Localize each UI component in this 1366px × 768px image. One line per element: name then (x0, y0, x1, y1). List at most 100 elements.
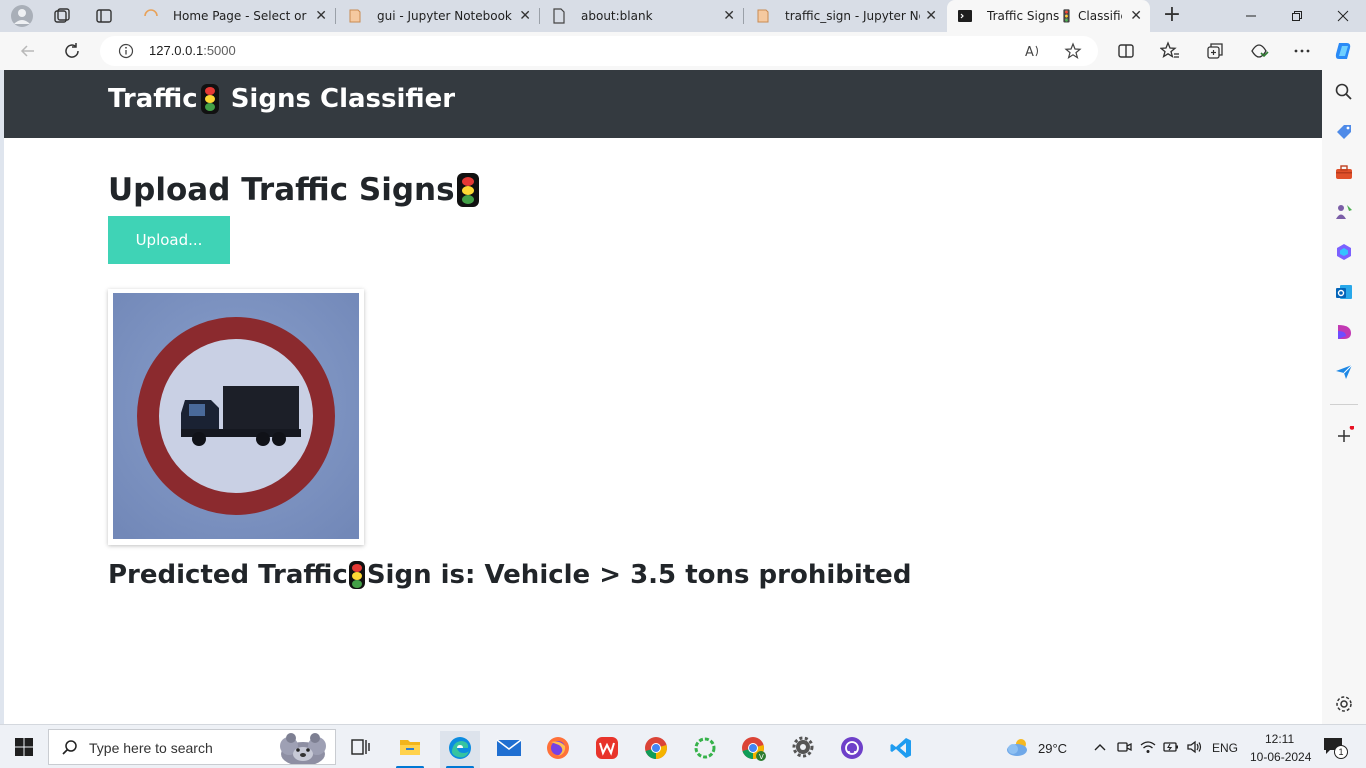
prediction-text: Sign is: Vehicle > 3.5 tons prohibited (366, 560, 912, 590)
close-icon (1337, 10, 1349, 22)
mail-button[interactable] (489, 731, 529, 768)
workspaces-icon[interactable] (52, 6, 72, 26)
windows-start-icon[interactable] (14, 737, 34, 757)
firefox-button[interactable] (538, 731, 578, 768)
url-host: 127.0.0.1 (149, 43, 204, 58)
brand-text-suffix: Signs Classifier (221, 84, 456, 114)
wifi-icon[interactable] (1140, 739, 1156, 755)
chrome-profile-icon: V (742, 737, 766, 761)
copilot-icon[interactable] (1333, 40, 1355, 62)
designer-icon[interactable] (1334, 322, 1354, 342)
restore-button[interactable] (1274, 0, 1320, 32)
refresh-icon[interactable] (62, 41, 82, 61)
add-icon[interactable] (1334, 426, 1354, 446)
chevron-up-icon[interactable] (1092, 739, 1108, 755)
wps-office-button[interactable] (587, 731, 627, 768)
no-trucks-sign-icon (113, 293, 359, 539)
clock-date[interactable]: 10-06-2024 (1250, 750, 1311, 764)
tab-gui-notebook[interactable]: gui - Jupyter Notebook ✕ (337, 0, 540, 32)
task-view-icon (351, 739, 370, 755)
favorites-icon[interactable] (1160, 41, 1180, 61)
file-explorer-button[interactable] (390, 731, 430, 768)
collections-icon[interactable] (1205, 41, 1225, 61)
green-ring-app-button[interactable] (685, 731, 725, 768)
minimize-icon (1246, 15, 1256, 17)
read-aloud-icon[interactable]: A (1024, 42, 1042, 60)
chrome-icon (645, 737, 667, 759)
favorite-star-icon[interactable] (1064, 42, 1082, 60)
navbar-brand[interactable]: Traffic Signs Classifier (108, 84, 455, 114)
green-ring-app-icon (694, 737, 716, 759)
chrome-button[interactable] (636, 731, 676, 768)
close-tab-icon[interactable]: ✕ (723, 9, 735, 23)
blank-page-icon (553, 8, 565, 24)
address-bar[interactable]: 127.0.0.1:5000 A (100, 36, 1098, 66)
close-tab-icon[interactable]: ✕ (519, 9, 531, 23)
github-desktop-icon (841, 737, 863, 759)
tools-icon[interactable] (1334, 162, 1354, 182)
games-icon[interactable] (1334, 202, 1354, 222)
meet-now-icon[interactable] (1116, 739, 1132, 755)
send-icon[interactable] (1334, 362, 1354, 382)
traffic-light-icon (348, 561, 365, 589)
tab-strip: Home Page - Select or create ✕ gui - Jup… (0, 0, 1366, 32)
back-arrow-icon[interactable] (18, 41, 38, 61)
windows-taskbar: Type here to search V 29°C ENG 12:11 10-… (0, 724, 1366, 768)
clock-time[interactable]: 12:11 (1265, 732, 1294, 746)
close-tab-icon[interactable]: ✕ (925, 9, 937, 23)
tab-traffic-signs-classification[interactable]: Traffic Signs🚦 Classification ✕ (947, 0, 1150, 32)
tab-about-blank[interactable]: about:blank ✕ (541, 0, 744, 32)
tab-title: Traffic Signs🚦 Classification (987, 9, 1122, 23)
traffic-light-icon (456, 173, 479, 207)
traffic-light-icon (200, 84, 219, 114)
input-language[interactable]: ENG (1212, 741, 1238, 755)
tab-title: about:blank (581, 9, 653, 23)
minimize-button[interactable] (1228, 0, 1274, 32)
more-options-icon[interactable] (1292, 41, 1312, 61)
notification-count-badge: 1 (1334, 745, 1348, 759)
tab-actions-icon[interactable] (94, 6, 114, 26)
profile-icon[interactable] (10, 5, 34, 27)
weather-temperature[interactable]: 29°C (1038, 741, 1067, 756)
github-desktop-button[interactable] (832, 731, 872, 768)
upload-button[interactable]: Upload... (108, 216, 230, 264)
tab-home-page[interactable]: Home Page - Select or create ✕ (133, 0, 336, 32)
search-placeholder: Type here to search (89, 740, 213, 756)
weather-cloud-icon[interactable] (1005, 737, 1031, 757)
shopping-tag-icon[interactable] (1334, 122, 1354, 142)
taskbar-search-box[interactable]: Type here to search (48, 729, 336, 765)
microsoft-365-icon[interactable] (1334, 242, 1354, 262)
browser-essentials-icon[interactable] (1249, 41, 1269, 61)
svg-text:A: A (1025, 45, 1034, 60)
settings-gear-icon[interactable] (1334, 694, 1354, 714)
firefox-icon (547, 737, 569, 759)
chrome-profile-button[interactable]: V (734, 731, 774, 768)
vscode-icon (890, 738, 911, 758)
outlook-icon[interactable] (1334, 282, 1354, 302)
search-icon[interactable] (1334, 82, 1354, 102)
edge-icon (449, 737, 471, 759)
browser-toolbar: 127.0.0.1:5000 A (0, 32, 1366, 70)
close-window-button[interactable] (1320, 0, 1366, 32)
site-info-icon[interactable] (118, 43, 134, 59)
jupyter-notebook-icon (757, 9, 769, 23)
navbar: Traffic Signs Classifier (4, 70, 1322, 138)
task-view-button[interactable] (340, 731, 380, 768)
close-tab-icon[interactable]: ✕ (1130, 9, 1142, 23)
new-tab-button[interactable]: + (1160, 4, 1184, 28)
url-text: 127.0.0.1:5000 (149, 43, 236, 58)
uploaded-image-preview (108, 289, 364, 545)
restore-icon (1292, 11, 1302, 21)
vscode-button[interactable] (881, 731, 921, 768)
volume-icon[interactable] (1186, 739, 1202, 755)
file-explorer-icon (400, 740, 420, 755)
prediction-result: Predicted Traffic Sign is: Vehicle > 3.5… (108, 560, 911, 590)
notification-center-button[interactable]: 1 (1322, 735, 1348, 761)
tab-traffic-sign-notebook[interactable]: traffic_sign - Jupyter Notebook ✕ (745, 0, 945, 32)
settings-button[interactable] (783, 731, 823, 768)
page-heading: Upload Traffic Signs (108, 172, 482, 208)
edge-browser-button[interactable] (440, 731, 480, 768)
close-tab-icon[interactable]: ✕ (315, 9, 327, 23)
battery-icon[interactable] (1163, 739, 1179, 755)
split-screen-icon[interactable] (1116, 41, 1136, 61)
